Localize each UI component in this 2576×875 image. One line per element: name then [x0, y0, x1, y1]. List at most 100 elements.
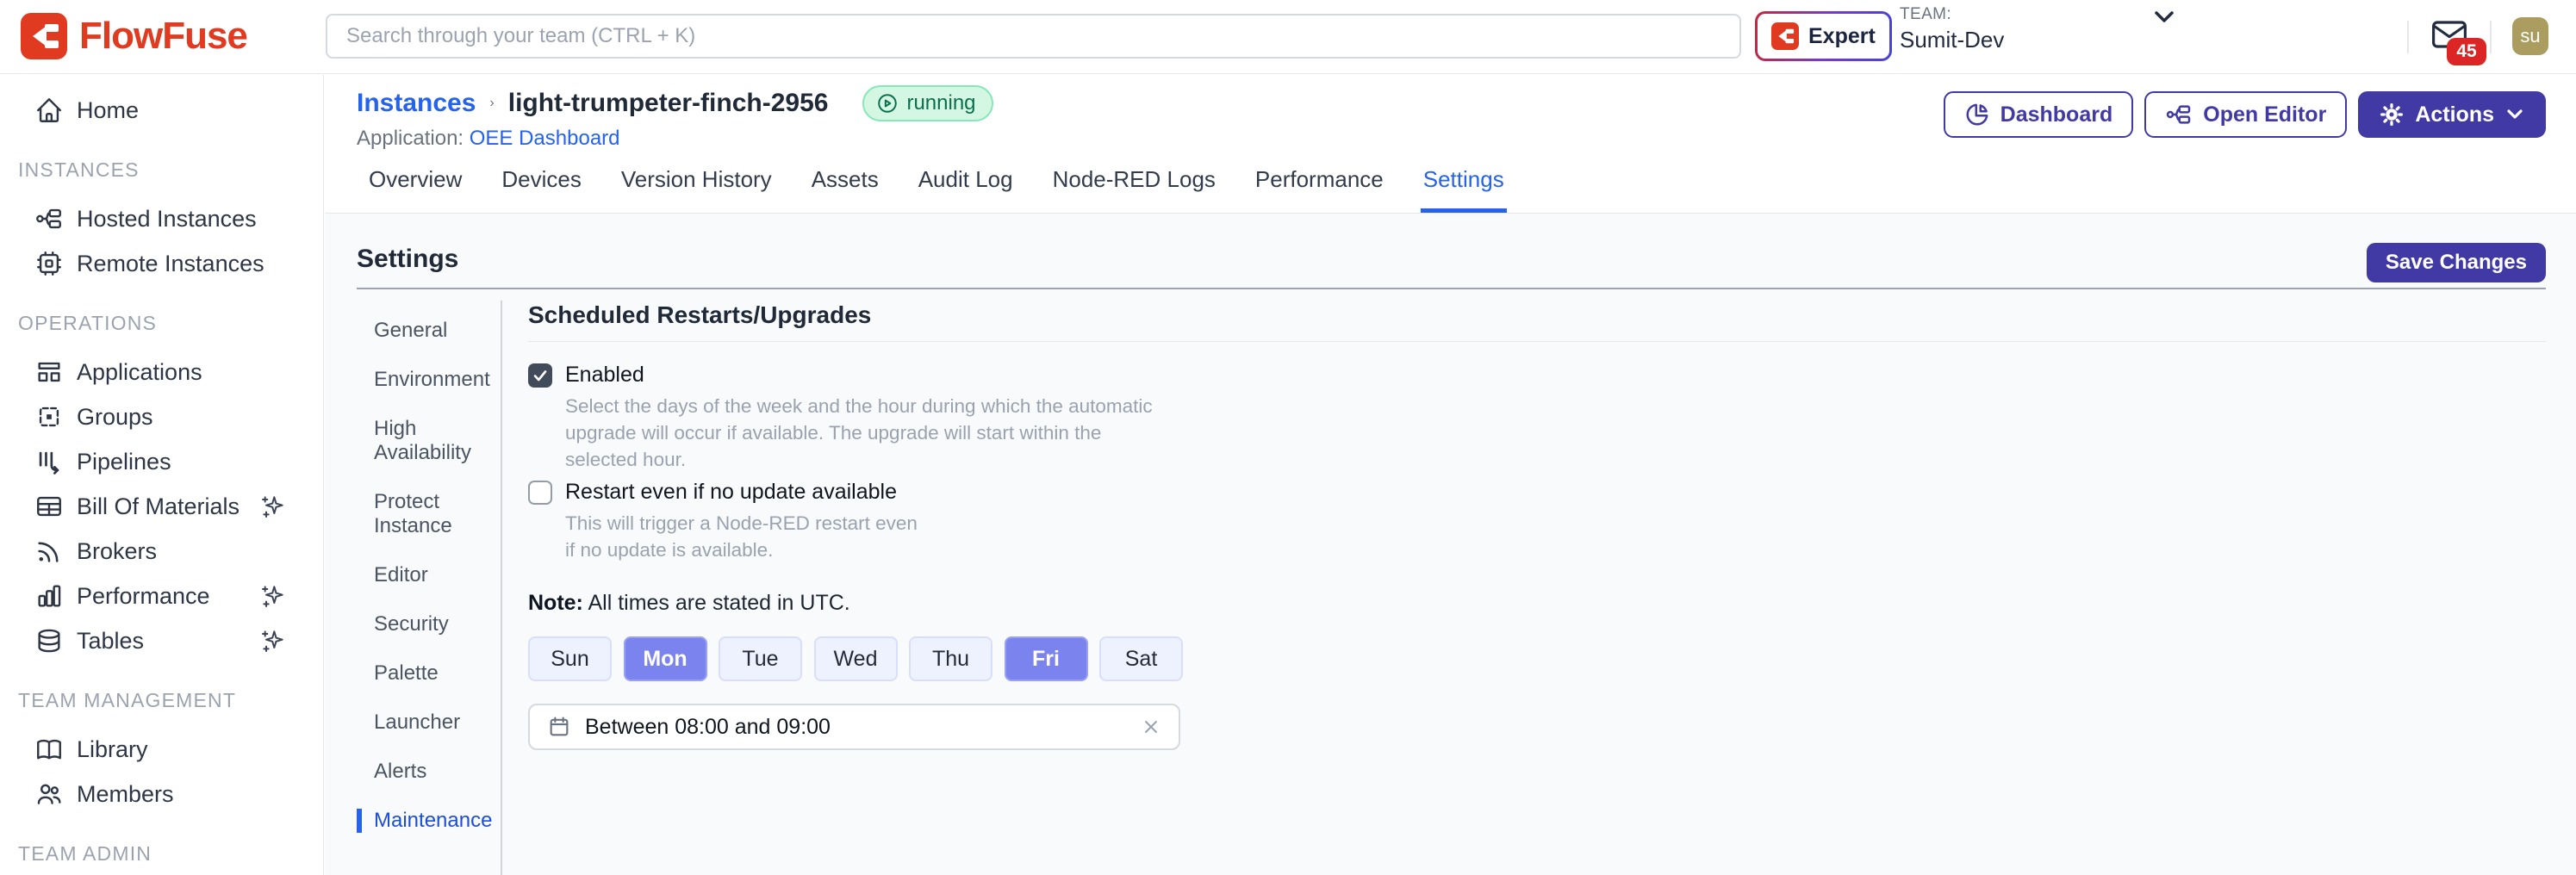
- performance-icon: [34, 581, 64, 611]
- tab-node-red-logs[interactable]: Node-RED Logs: [1050, 154, 1218, 213]
- restart-checkbox-row: Restart even if no update available: [528, 480, 2546, 505]
- dashboard-button-label: Dashboard: [2000, 102, 2113, 127]
- sidebar-item-groups[interactable]: Groups: [0, 394, 323, 439]
- groups-icon: [34, 402, 64, 431]
- settings-nav-editor[interactable]: Editor: [357, 563, 501, 587]
- avatar[interactable]: su: [2512, 17, 2548, 55]
- settings-nav-environment[interactable]: Environment: [357, 368, 501, 392]
- expert-label: Expert: [1808, 24, 1876, 49]
- team-label: TEAM:: [1900, 5, 2004, 24]
- maintenance-section: Scheduled Restarts/Upgrades Enabled Sele…: [528, 214, 2546, 750]
- dashboard-button[interactable]: Dashboard: [1944, 91, 2134, 138]
- remote-instances-icon: [34, 249, 64, 278]
- flowfuse-logo[interactable]: FlowFuse: [21, 13, 247, 59]
- day-button-thu[interactable]: Thu: [909, 636, 992, 681]
- tab-audit-log[interactable]: Audit Log: [916, 154, 1016, 213]
- utc-note: Note: All times are stated in UTC.: [528, 591, 2546, 616]
- sidebar-item-label: Members: [77, 781, 174, 808]
- bill-of-materials-icon: [34, 492, 64, 521]
- sidebar-item-performance[interactable]: Performance: [0, 574, 323, 618]
- sidebar-item-home[interactable]: Home: [0, 88, 323, 133]
- sidebar-item-label: Groups: [77, 404, 153, 431]
- flowfuse-wordmark: FlowFuse: [79, 15, 247, 58]
- sidebar-item-applications[interactable]: Applications: [0, 350, 323, 394]
- sidebar-item-brokers[interactable]: Brokers: [0, 529, 323, 574]
- application-row: Application: OEE Dashboard: [357, 127, 620, 151]
- day-button-mon[interactable]: Mon: [624, 636, 707, 681]
- applications-icon: [34, 357, 64, 387]
- expert-flowfuse-icon: [1771, 22, 1799, 50]
- sidebar-item-remote-instances[interactable]: Remote Instances: [0, 241, 323, 286]
- breadcrumb-instances-link[interactable]: Instances: [357, 89, 476, 118]
- application-link[interactable]: OEE Dashboard: [470, 127, 620, 150]
- day-button-sat[interactable]: Sat: [1099, 636, 1183, 681]
- sidebar-item-tables[interactable]: Tables: [0, 618, 323, 663]
- day-button-tue[interactable]: Tue: [719, 636, 802, 681]
- settings-nav-alerts[interactable]: Alerts: [357, 760, 501, 784]
- settings-nav-high-availability[interactable]: High Availability: [357, 417, 501, 465]
- instance-header: Instances › light-trumpeter-finch-2956 r…: [325, 75, 2576, 214]
- instance-tabs: Overview Devices Version History Assets …: [366, 154, 1507, 213]
- team-name: Sumit-Dev: [1900, 27, 2004, 53]
- chevron-down-icon: [2504, 107, 2525, 122]
- actions-button[interactable]: Actions: [2358, 91, 2546, 138]
- hosted-instances-icon: [34, 204, 64, 233]
- sidebar-item-bill-of-materials[interactable]: Bill Of Materials: [0, 484, 323, 529]
- sidebar-item-label: Bill Of Materials: [77, 493, 240, 520]
- time-window-field[interactable]: Between 08:00 and 09:00: [528, 704, 1180, 750]
- search-input[interactable]: [326, 14, 1741, 59]
- sidebar-section-instances: INSTANCES: [0, 157, 323, 183]
- sidebar-item-hosted-instances[interactable]: Hosted Instances: [0, 196, 323, 241]
- settings-panel: Settings Save Changes General Environmen…: [325, 214, 2576, 875]
- settings-nav-general[interactable]: General: [357, 319, 501, 343]
- topbar-divider: [2407, 21, 2409, 53]
- tab-performance[interactable]: Performance: [1253, 154, 1386, 213]
- tab-devices[interactable]: Devices: [499, 154, 583, 213]
- tab-version-history[interactable]: Version History: [619, 154, 775, 213]
- restart-label: Restart even if no update available: [565, 480, 897, 505]
- settings-nav-divider: [501, 301, 502, 875]
- status-badge: running: [862, 85, 992, 121]
- day-button-wed[interactable]: Wed: [814, 636, 898, 681]
- sidebar-section-operations: OPERATIONS: [0, 310, 323, 336]
- application-label: Application:: [357, 127, 464, 150]
- topbar-divider: [2490, 21, 2492, 53]
- enabled-description: Select the days of the week and the hour…: [565, 393, 1164, 473]
- play-circle-icon: [876, 92, 899, 115]
- breadcrumb-separator: ›: [489, 96, 494, 111]
- restart-checkbox[interactable]: [528, 481, 552, 505]
- home-icon: [34, 96, 64, 125]
- sidebar-item-members[interactable]: Members: [0, 772, 323, 816]
- enabled-checkbox[interactable]: [528, 363, 552, 388]
- day-button-sun[interactable]: Sun: [528, 636, 612, 681]
- tab-overview[interactable]: Overview: [366, 154, 464, 213]
- settings-nav-security[interactable]: Security: [357, 612, 501, 636]
- sparkles-icon: [259, 627, 287, 655]
- expert-button[interactable]: Expert: [1755, 11, 1892, 61]
- breadcrumb: Instances › light-trumpeter-finch-2956 r…: [357, 85, 993, 121]
- tab-settings[interactable]: Settings: [1421, 154, 1507, 213]
- gear-icon: [2379, 102, 2405, 127]
- pie-chart-icon: [1964, 102, 1990, 127]
- team-selector[interactable]: TEAM: Sumit-Dev: [1900, 5, 2004, 53]
- note-label: Note:: [528, 591, 583, 615]
- sidebar-item-library[interactable]: Library: [0, 727, 323, 772]
- settings-nav-palette[interactable]: Palette: [357, 661, 501, 686]
- check-icon: [532, 367, 549, 384]
- day-button-fri[interactable]: Fri: [1005, 636, 1088, 681]
- sidebar-item-label: Library: [77, 736, 148, 763]
- clear-time-icon[interactable]: [1141, 717, 1161, 737]
- pipelines-icon: [34, 447, 64, 476]
- sidebar-item-pipelines[interactable]: Pipelines: [0, 439, 323, 484]
- sidebar-item-label: Applications: [77, 359, 202, 386]
- time-window-value: Between 08:00 and 09:00: [585, 715, 1127, 740]
- open-editor-button[interactable]: Open Editor: [2144, 91, 2347, 138]
- calendar-icon: [547, 715, 571, 739]
- tab-assets[interactable]: Assets: [809, 154, 881, 213]
- settings-nav-maintenance[interactable]: Maintenance: [357, 809, 501, 833]
- settings-nav-launcher[interactable]: Launcher: [357, 711, 501, 735]
- chevron-down-icon[interactable]: [2152, 8, 2176, 27]
- flowfuse-logo-icon: [21, 13, 67, 59]
- settings-nav-protect-instance[interactable]: Protect Instance: [357, 490, 501, 538]
- notification-count-badge[interactable]: 45: [2447, 38, 2486, 65]
